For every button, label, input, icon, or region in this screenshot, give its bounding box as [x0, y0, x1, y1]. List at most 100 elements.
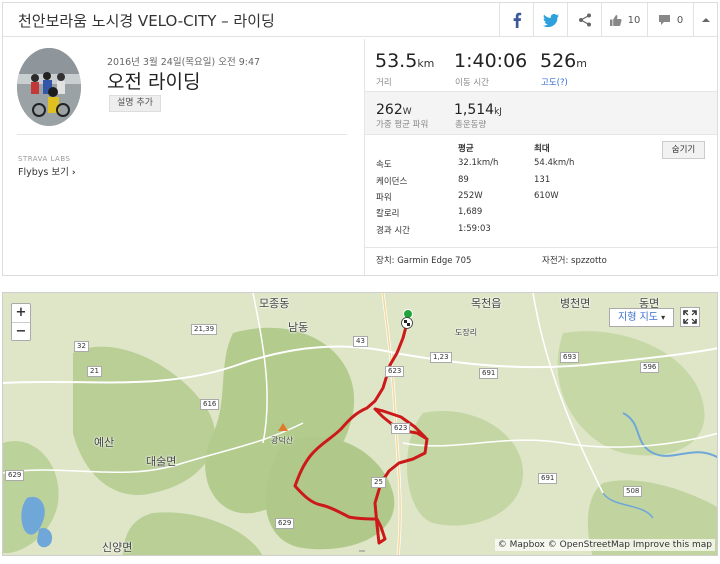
- road-number: 623: [385, 366, 405, 377]
- add-description-button[interactable]: 설명 추가: [109, 95, 161, 112]
- action-bar: 10 0: [499, 3, 717, 37]
- road-number: 693: [560, 352, 580, 363]
- share-button[interactable]: [567, 3, 601, 37]
- road-number: 25: [371, 477, 386, 488]
- row-label: 칼로리: [376, 209, 400, 219]
- weighted-power-value: 262: [376, 102, 403, 118]
- road-number: 21,39: [191, 324, 218, 335]
- row-label: 경과 시간: [376, 226, 410, 236]
- distance-label: 거리: [376, 78, 392, 88]
- activity-date: 2016년 3월 24일(목요일) 오전 9:47: [107, 57, 261, 68]
- map-place-label: 도장리: [455, 328, 478, 337]
- terrain-map: [3, 293, 717, 555]
- fullscreen-icon: [683, 310, 697, 324]
- elevation-stat: 526m: [540, 50, 587, 72]
- fullscreen-button[interactable]: [680, 307, 700, 327]
- row-label: 케이던스: [376, 177, 408, 187]
- total-work-label: 총운동량: [455, 120, 487, 130]
- max-value: 610W: [534, 191, 559, 201]
- total-work-unit: kJ: [494, 107, 502, 117]
- zoom-out-button[interactable]: −: [12, 322, 30, 340]
- facebook-share-button[interactable]: [499, 3, 533, 37]
- max-value: 131: [534, 175, 551, 185]
- map-place-label: 광덕산: [271, 436, 294, 445]
- max-column-header: 최대: [534, 144, 550, 154]
- road-number: 623: [391, 423, 411, 434]
- avg-value: 32.1km/h: [458, 158, 499, 168]
- road-number: 596: [640, 362, 660, 373]
- moving-time-label: 이동 시간: [455, 78, 489, 88]
- facebook-icon: [513, 12, 521, 28]
- twitter-icon: [542, 13, 559, 27]
- road-number: 32: [74, 341, 89, 352]
- flybys-link[interactable]: Flybys 보기 ›: [18, 164, 76, 178]
- map-place-label: 신양면: [102, 541, 133, 554]
- total-work-value: 1,514: [454, 102, 495, 118]
- avg-value: 89: [458, 175, 469, 185]
- avg-value: 1:59:03: [458, 224, 491, 234]
- twitter-share-button[interactable]: [533, 3, 567, 37]
- road-number: 508: [623, 486, 643, 497]
- map-place-label: 예산: [94, 436, 115, 449]
- page-title: 천안보라움 노시경 VELO-CITY – 라이딩: [18, 12, 275, 30]
- kudos-button[interactable]: 10: [601, 3, 647, 37]
- map-attribution[interactable]: © Mapbox © OpenStreetMap Improve this ma…: [494, 539, 715, 551]
- column-divider: [364, 39, 365, 275]
- divider: [17, 134, 347, 135]
- zoom-control: + −: [11, 303, 31, 341]
- kudos-count: 10: [627, 14, 641, 26]
- thumbs-up-icon: [609, 14, 622, 26]
- flybys-label: Flybys 보기: [18, 167, 69, 178]
- comment-button[interactable]: 0: [647, 3, 693, 37]
- collapse-button[interactable]: [693, 3, 717, 37]
- map-place-label: 병천면: [560, 297, 591, 310]
- road-number: 43: [353, 336, 368, 347]
- avatar-image: [17, 48, 81, 126]
- road-number: 691: [538, 473, 558, 484]
- map-place-label: 남동: [288, 321, 309, 334]
- elevation-unit: m: [576, 57, 587, 70]
- share-icon: [578, 13, 591, 27]
- road-number: 629: [275, 518, 295, 529]
- moving-time-stat: 1:40:06: [454, 50, 527, 72]
- avatar[interactable]: [17, 48, 81, 126]
- zoom-in-button[interactable]: +: [12, 304, 30, 322]
- distance-stat: 53.5km: [375, 50, 434, 72]
- comment-count: 0: [676, 14, 684, 26]
- map-place-label: 목천읍: [471, 297, 502, 310]
- road-number: 21: [87, 366, 102, 377]
- avg-value: 252W: [458, 191, 483, 201]
- title-bar: 천안보라움 노시경 VELO-CITY – 라이딩 10 0: [3, 3, 717, 37]
- activity-card: 천안보라움 노시경 VELO-CITY – 라이딩 10 0 2016년 3월 …: [2, 2, 718, 276]
- total-work-stat: 1,514kJ: [454, 99, 502, 118]
- divider: [365, 91, 717, 92]
- row-label: 속도: [376, 160, 392, 170]
- avg-column-header: 평균: [458, 144, 474, 154]
- route-map[interactable]: 모종동 목천읍 병천면 동면 남동 도장리 광덕산 예산 대술면 신양면 21,…: [2, 292, 718, 556]
- weighted-power-label: 가중 평균 파워: [376, 120, 429, 130]
- road-number: 616: [200, 399, 220, 410]
- road-number: 691: [479, 368, 499, 379]
- map-type-select[interactable]: 지형 지도 ▾: [609, 308, 675, 327]
- distance-unit: km: [417, 57, 435, 70]
- device-info: 장치: Garmin Edge 705: [376, 256, 472, 266]
- hide-button[interactable]: 숨기기: [662, 141, 705, 159]
- distance-value: 53.5: [375, 50, 418, 72]
- road-number: 1,23: [430, 352, 452, 363]
- map-place-label: 모종동: [259, 297, 290, 310]
- strava-labs-label: STRAVA LABS: [18, 155, 71, 163]
- row-label: 파워: [376, 193, 392, 203]
- divider: [365, 247, 717, 248]
- caret-down-icon: ▾: [661, 313, 666, 322]
- elevation-help-link[interactable]: 고도(?): [541, 76, 568, 88]
- chevron-right-icon: ›: [71, 168, 76, 178]
- finish-flag-icon: [401, 317, 413, 329]
- map-type-label: 지형 지도: [618, 312, 658, 323]
- avg-value: 1,689: [458, 207, 483, 217]
- caret-up-icon: [701, 18, 710, 22]
- elevation-value: 526: [540, 50, 577, 72]
- activity-name: 오전 라이딩: [107, 71, 201, 93]
- max-value: 54.4km/h: [534, 158, 575, 168]
- comment-icon: [658, 15, 670, 25]
- divider: [365, 134, 717, 135]
